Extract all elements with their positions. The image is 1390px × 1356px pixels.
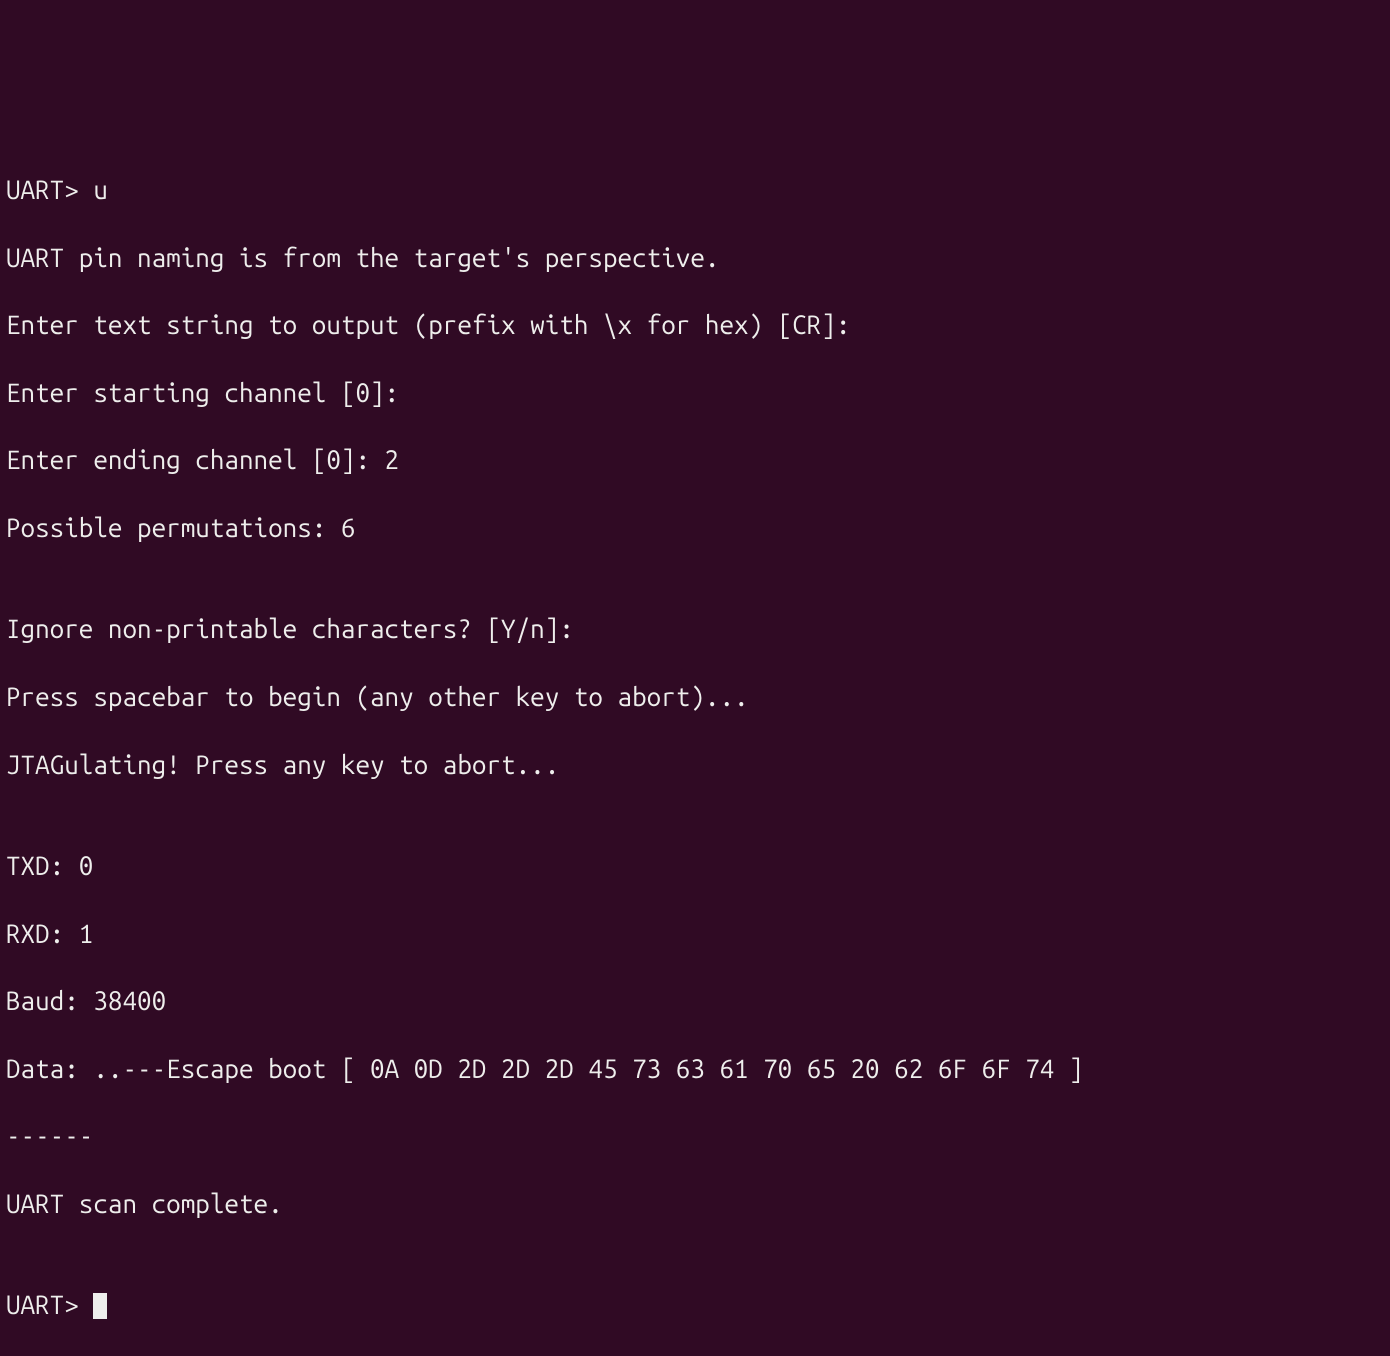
- terminal-prompt: UART>: [6, 1290, 93, 1319]
- terminal-cursor[interactable]: [93, 1293, 107, 1319]
- terminal-line: Data: ..---Escape boot [ 0A 0D 2D 2D 2D …: [6, 1052, 1384, 1086]
- terminal-line: RXD: 1: [6, 917, 1384, 951]
- terminal-line: TXD: 0: [6, 849, 1384, 883]
- terminal-line: Baud: 38400: [6, 984, 1384, 1018]
- terminal-line: Enter ending channel [0]: 2: [6, 443, 1384, 477]
- terminal-line: JTAGulating! Press any key to abort...: [6, 748, 1384, 782]
- terminal-output[interactable]: UART> u UART pin naming is from the targ…: [6, 139, 1384, 813]
- terminal-line: UART> u: [6, 173, 1384, 207]
- terminal-line: Enter text string to output (prefix with…: [6, 308, 1384, 342]
- terminal-line: ------: [6, 1119, 1384, 1153]
- terminal-prompt-line: UART>: [6, 1288, 1384, 1322]
- terminal-line: Possible permutations: 6: [6, 511, 1384, 545]
- terminal-line: Ignore non-printable characters? [Y/n]:: [6, 612, 1384, 646]
- terminal-line: Enter starting channel [0]:: [6, 376, 1384, 410]
- terminal-line: Press spacebar to begin (any other key t…: [6, 680, 1384, 714]
- terminal-line: UART pin naming is from the target's per…: [6, 241, 1384, 275]
- terminal-line: UART scan complete.: [6, 1187, 1384, 1221]
